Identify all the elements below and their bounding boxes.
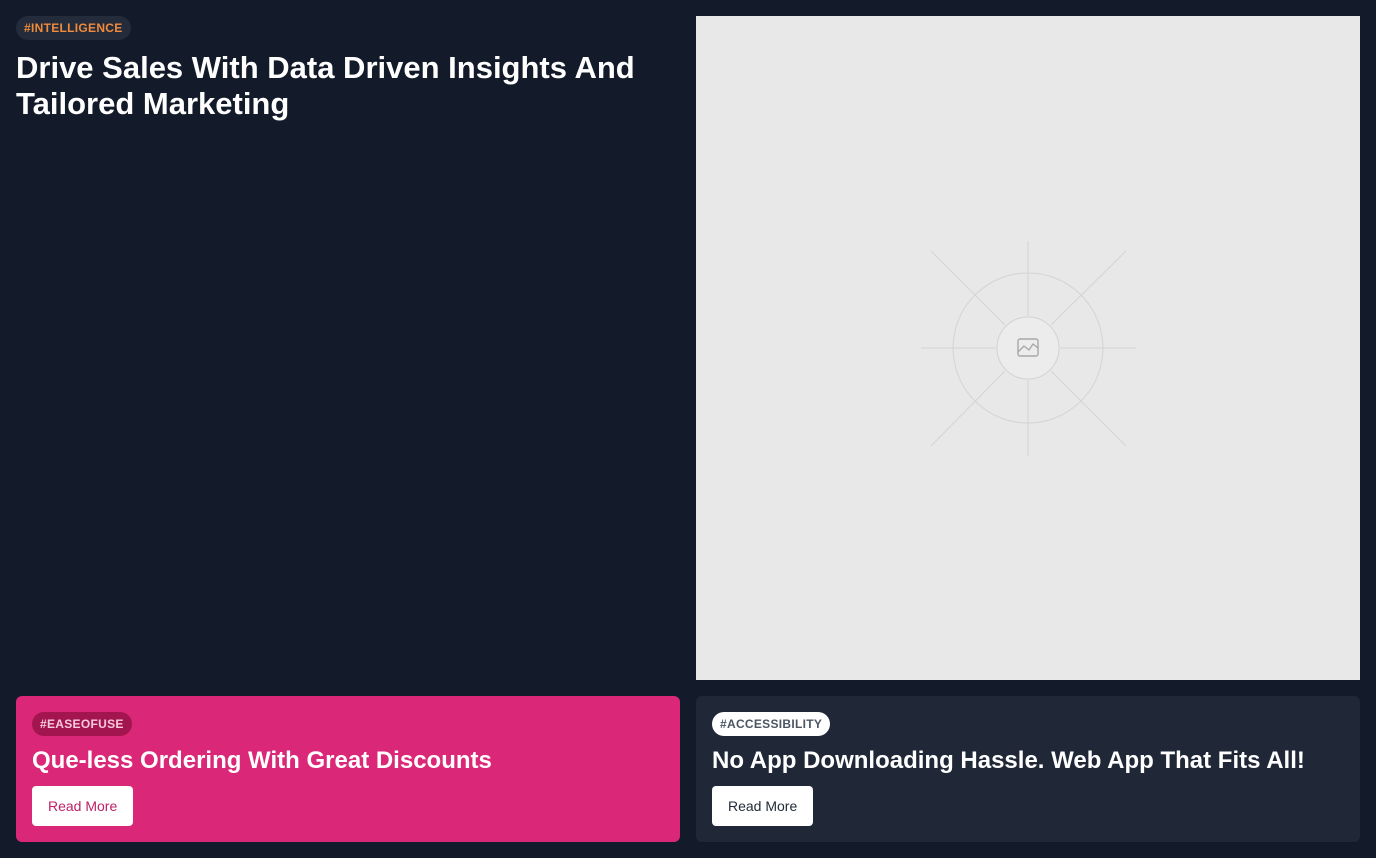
hero-section: #INTELLIGENCE Drive Sales With Data Driv… [16,16,680,680]
hero-image-placeholder [696,16,1360,680]
feature-card-easeofuse: #EASEOFUSE Que-less Ordering With Great … [16,696,680,842]
read-more-button[interactable]: Read More [712,786,814,826]
card-tag[interactable]: #EASEOFUSE [32,712,132,736]
hero-title: Drive Sales With Data Driven Insights An… [16,50,635,121]
hero-tag[interactable]: #INTELLIGENCE [16,16,131,40]
read-more-button[interactable]: Read More [32,786,134,826]
image-placeholder-icon [921,241,1136,456]
card-tag[interactable]: #ACCESSIBILITY [712,712,831,736]
card-title: No App Downloading Hassle. Web App That … [712,747,1305,774]
feature-card-accessibility: #ACCESSIBILITY No App Downloading Hassle… [696,696,1360,842]
card-title: Que-less Ordering With Great Discounts [32,747,492,774]
